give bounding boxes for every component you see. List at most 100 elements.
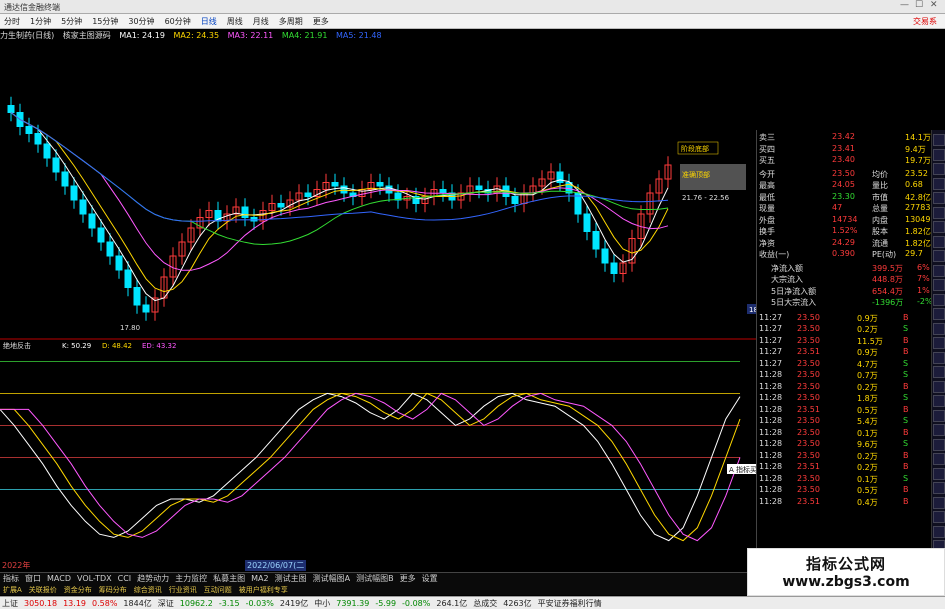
tick-side: B (903, 335, 909, 345)
quick-link[interactable]: 筹码分布 (99, 585, 127, 595)
tool-icon[interactable] (933, 148, 945, 161)
trade-link[interactable]: 交易系 (913, 16, 937, 27)
indicator-tab[interactable]: MA2 (251, 574, 268, 583)
flow-value: 399.5万 (872, 263, 903, 273)
tool-icon[interactable] (933, 380, 945, 393)
menu-item-5min[interactable]: 5分钟 (61, 16, 82, 27)
tool-icon[interactable] (933, 366, 945, 378)
menu-item-daily[interactable]: 日线 (201, 16, 217, 27)
tool-icon[interactable] (933, 134, 945, 146)
tool-icon[interactable] (933, 192, 945, 204)
quick-link[interactable]: 综合资讯 (134, 585, 162, 595)
tick-price: 23.50 (797, 335, 820, 345)
quick-link[interactable]: 扩展A (3, 585, 22, 595)
indicator-tab[interactable]: 测试幅图B (356, 573, 394, 584)
quick-link[interactable]: 资金分布 (64, 585, 92, 595)
tool-icon[interactable] (933, 177, 945, 190)
menu-item-more[interactable]: 更多 (313, 16, 329, 27)
tool-icon[interactable] (933, 337, 945, 349)
menu-item-monthly[interactable]: 月线 (253, 16, 269, 27)
minimize-icon[interactable]: — (900, 0, 909, 10)
cursor-date-tag: 2022/06/07(二 (245, 560, 307, 571)
tick-volume: 0.4万 (857, 497, 878, 507)
indicator-tab[interactable]: 测试幅图A (313, 573, 350, 584)
tick-side: B (903, 404, 909, 414)
candle (79, 199, 87, 215)
quick-link[interactable]: 互动问题 (204, 585, 232, 595)
indicator-tab[interactable]: 更多 (400, 573, 416, 584)
tool-icon[interactable] (933, 279, 945, 291)
tool-icon[interactable] (933, 467, 945, 480)
indicator-tab[interactable]: 测试主图 (275, 573, 307, 584)
zx-index-label[interactable]: 中小 (314, 598, 330, 609)
tool-icon[interactable] (933, 453, 945, 465)
tool-icon[interactable] (933, 351, 945, 364)
sz-index-label[interactable]: 深证 (158, 598, 174, 609)
tool-icon[interactable] (933, 496, 945, 509)
indicator-tab[interactable]: 设置 (422, 573, 438, 584)
broker-label[interactable]: 平安证券福利行情 (538, 598, 602, 609)
indicator-tab[interactable]: CCI (118, 574, 132, 583)
tool-icon[interactable] (933, 395, 945, 407)
indicator-tab[interactable]: MACD (47, 574, 71, 583)
tool-icon[interactable] (933, 438, 945, 451)
sub-indicator-name[interactable]: 绝地反击 (3, 341, 31, 350)
kdj-subchart[interactable]: 绝地反击 K: 50.29 D: 48.42 ED: 43.32 60.0055… (0, 340, 760, 550)
indicator-tab[interactable]: 指标 (3, 573, 19, 584)
candle (511, 196, 519, 204)
tool-icon[interactable] (933, 250, 945, 262)
menu-item-fenshi[interactable]: 分时 (4, 16, 20, 27)
menu-item-15min[interactable]: 15分钟 (92, 16, 118, 27)
stat-label: 股本 (872, 227, 888, 236)
candle (88, 213, 96, 229)
tool-icon[interactable] (933, 482, 945, 494)
indicator-tab[interactable]: 主力监控 (175, 573, 207, 584)
tick-price: 23.50 (797, 427, 820, 437)
tool-icon[interactable] (933, 293, 945, 306)
tool-icon[interactable] (933, 308, 945, 320)
tool-icon[interactable] (933, 221, 945, 233)
tick-side: S (903, 416, 909, 425)
quote-row: 11:28 23.50 1.8万 S (757, 393, 932, 405)
tool-icon[interactable] (933, 525, 945, 538)
menu-item-60min[interactable]: 60分钟 (165, 16, 191, 27)
quote-row: 11:28 23.51 0.4万 B (757, 497, 932, 509)
indicator-tab[interactable]: VOL-TDX (77, 574, 112, 583)
tool-icon[interactable] (933, 206, 945, 219)
menu-item-30min[interactable]: 30分钟 (128, 16, 154, 27)
stat-label: 量比 (872, 181, 888, 190)
tick-time: 11:27 (759, 335, 783, 345)
quick-link[interactable]: 被用户福利专享 (239, 585, 288, 595)
tick-time: 11:28 (759, 496, 783, 506)
menu-item-1min[interactable]: 1分钟 (30, 16, 51, 27)
candle (439, 189, 447, 194)
tool-icon[interactable] (933, 264, 945, 277)
close-icon[interactable]: ✕ (930, 0, 938, 10)
tool-icon[interactable] (933, 409, 945, 422)
order-volume: 14.1万 (905, 133, 931, 142)
quick-link[interactable]: 行业资讯 (169, 585, 197, 595)
tick-time: 11:28 (759, 404, 783, 414)
maximize-icon[interactable]: ☐ (915, 0, 923, 10)
menu-item-weekly[interactable]: 周线 (227, 16, 243, 27)
menu-item-multi-period[interactable]: 多周期 (279, 16, 303, 27)
quote-row: 11:27 23.50 0.2万 S (757, 324, 932, 336)
tool-icon[interactable] (933, 235, 945, 248)
indicator-tab[interactable]: 私募主图 (213, 573, 245, 584)
main-indicator-name[interactable]: 核家主图源码 (63, 31, 111, 40)
sz-index-change: -3.15 (218, 598, 240, 608)
tool-icon[interactable] (933, 424, 945, 436)
candlestick-chart[interactable]: 23.0022.5022.0021.5021.0020.5020.0019.50… (0, 44, 760, 340)
sh-index-label[interactable]: 上证 (2, 598, 18, 609)
indicator-tab[interactable]: 窗口 (25, 573, 41, 584)
stat-value: 47 (832, 203, 843, 212)
flow-pct: 6% (917, 262, 930, 272)
tool-icon[interactable] (933, 163, 945, 175)
quick-link[interactable]: 关联报价 (29, 585, 57, 595)
range-label: 21.76 - 22.56 (682, 194, 730, 202)
tick-time: 11:28 (759, 381, 783, 391)
tool-icon[interactable] (933, 322, 945, 335)
main-indicator-info: 力生制药(日线) 核家主图源码 MA1: 24.19 MA2: 24.35 MA… (0, 30, 760, 42)
indicator-tab[interactable]: 趋势动力 (137, 573, 169, 584)
tool-icon[interactable] (933, 511, 945, 523)
